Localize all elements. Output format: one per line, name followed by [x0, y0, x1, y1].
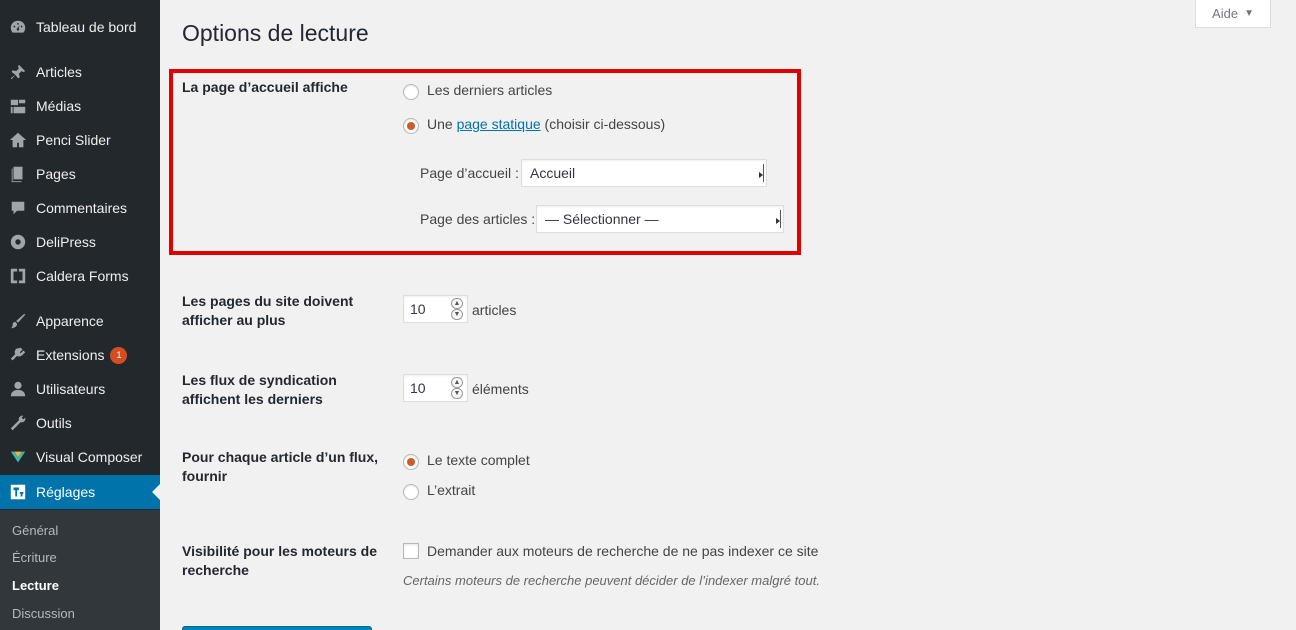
spinner-down-icon[interactable]: ▼ [451, 388, 463, 399]
homepage-select[interactable]: Accueil [521, 159, 767, 187]
radio-latest-posts-label: Les derniers articles [427, 82, 553, 98]
sidebar-item-articles[interactable]: Articles [0, 55, 160, 89]
sidebar-item-visual-composer[interactable]: Visual Composer [0, 440, 160, 474]
static-suffix: (choisir ci-dessous) [544, 116, 666, 132]
sidebar-item-dashboard[interactable]: Tableau de bord [0, 10, 160, 44]
sidebar-item-delipress[interactable]: DeliPress [0, 225, 160, 259]
radio-static-page-label: Une page statique (choisir ci-dessous) [427, 116, 665, 132]
sidebar-item-pages[interactable]: Pages [0, 157, 160, 191]
media-icon [8, 96, 28, 116]
posts-per-page-unit: articles [472, 302, 517, 318]
help-tab-button[interactable]: Aide ▼ [1195, 0, 1271, 28]
sidebar-item-outils[interactable]: Outils [0, 406, 160, 440]
feeds-count-input[interactable]: 10 ▲ ▼ [403, 374, 468, 402]
update-count-badge: 1 [110, 346, 128, 364]
sidebar-item-medias[interactable]: Médias [0, 89, 160, 123]
feed-content-label: Pour chaque article d’un flux, fournir [182, 449, 379, 484]
dropdown-arrow-icon [775, 210, 781, 228]
homepage-select-label: Page d’accueil : [420, 165, 519, 181]
spinner-down-icon[interactable]: ▼ [451, 309, 463, 320]
sidebar-item-apparence[interactable]: Apparence [0, 304, 160, 338]
front-page-label: La page d’accueil affiche [182, 79, 348, 95]
posts-per-page-input[interactable]: 10 ▲ ▼ [403, 295, 468, 323]
sidebar-item-label: Tableau de bord [36, 19, 137, 35]
radio-summary-label: L’extrait [427, 482, 476, 498]
sidebar-item-label: Médias [36, 98, 82, 114]
posts-per-page-value: 10 [410, 301, 426, 317]
wrench-icon [8, 413, 28, 433]
radio-summary[interactable] [403, 484, 419, 500]
comment-icon [8, 198, 28, 218]
radio-full-text[interactable] [403, 454, 419, 470]
home-icon [8, 130, 28, 150]
radio-full-text-label: Le texte complet [427, 452, 530, 468]
submenu-item-lecture[interactable]: Lecture [12, 578, 59, 593]
submenu-item-general[interactable]: Général [12, 523, 58, 538]
sidebar-item-reglages[interactable]: Réglages [0, 475, 160, 509]
settings-icon [8, 482, 28, 502]
radio-latest-posts[interactable] [403, 84, 419, 100]
user-icon [8, 379, 28, 399]
number-spinner[interactable]: ▲ ▼ [451, 377, 463, 399]
feeds-count-label: Les flux de syndication affichent les de… [182, 372, 337, 407]
static-page-link[interactable]: page statique [457, 116, 541, 132]
discourage-search-checkbox[interactable] [403, 543, 419, 559]
homepage-select-value: Accueil [530, 165, 576, 181]
sidebar-item-utilisateurs[interactable]: Utilisateurs [0, 372, 160, 406]
number-spinner[interactable]: ▲ ▼ [451, 298, 463, 320]
posts-page-select-value: — Sélectionner — [545, 211, 659, 227]
sidebar-item-label: Caldera Forms [36, 268, 129, 284]
sidebar-item-label: Visual Composer [36, 449, 143, 465]
page-title: Options de lecture [182, 20, 369, 46]
sidebar-item-label: Penci Slider [36, 132, 111, 148]
discourage-search-checkbox-label: Demander aux moteurs de recherche de ne … [427, 543, 819, 559]
settings-submenu: Général Écriture Lecture Discussion [0, 510, 160, 630]
search-visibility-description: Certains moteurs de recherche peuvent dé… [403, 573, 820, 588]
sidebar-item-label: Extensions [36, 347, 105, 363]
help-label: Aide [1212, 6, 1239, 21]
posts-page-select-label: Page des articles : [420, 211, 536, 227]
search-visibility-label: Visibilité pour les moteurs de recherche [182, 543, 378, 578]
posts-page-select[interactable]: — Sélectionner — [536, 205, 784, 233]
submenu-item-discussion[interactable]: Discussion [12, 606, 75, 621]
sidebar-item-label: Outils [36, 415, 72, 431]
sidebar-item-label: Articles [36, 64, 82, 80]
sidebar-item-label: Commentaires [36, 200, 128, 216]
radio-static-page[interactable] [403, 118, 419, 134]
sidebar-item-penci-slider[interactable]: Penci Slider [0, 123, 160, 157]
feeds-count-unit: éléments [472, 381, 529, 397]
submenu-item-ecriture[interactable]: Écriture [12, 550, 57, 565]
sidebar-item-label: Réglages [36, 484, 96, 500]
pushpin-icon [8, 62, 28, 82]
caldera-icon [8, 266, 28, 286]
pages-icon [8, 164, 28, 184]
delipress-icon [8, 232, 28, 252]
sidebar-item-label: DeliPress [36, 234, 96, 250]
plugin-icon [8, 345, 28, 365]
brush-icon [8, 311, 28, 331]
save-changes-button[interactable] [182, 626, 372, 630]
static-prefix: Une [427, 116, 453, 132]
sidebar-item-extensions[interactable]: Extensions 1 [0, 338, 160, 372]
visual-composer-icon [8, 447, 28, 467]
sidebar-item-caldera-forms[interactable]: Caldera Forms [0, 259, 160, 293]
dropdown-arrow-icon [758, 164, 764, 182]
spinner-up-icon[interactable]: ▲ [451, 377, 463, 388]
sidebar-item-commentaires[interactable]: Commentaires [0, 191, 160, 225]
sidebar-item-label: Pages [36, 166, 76, 182]
dashboard-icon [8, 17, 28, 37]
feeds-count-value: 10 [410, 380, 426, 396]
sidebar-item-label: Apparence [36, 313, 104, 329]
spinner-up-icon[interactable]: ▲ [451, 298, 463, 309]
admin-sidebar: Tableau de bord Articles Médias Penci Sl… [0, 0, 160, 630]
sidebar-item-label: Utilisateurs [36, 381, 106, 397]
caret-down-icon: ▼ [1244, 8, 1254, 19]
posts-per-page-label: Les pages du site doivent afficher au pl… [182, 293, 354, 328]
